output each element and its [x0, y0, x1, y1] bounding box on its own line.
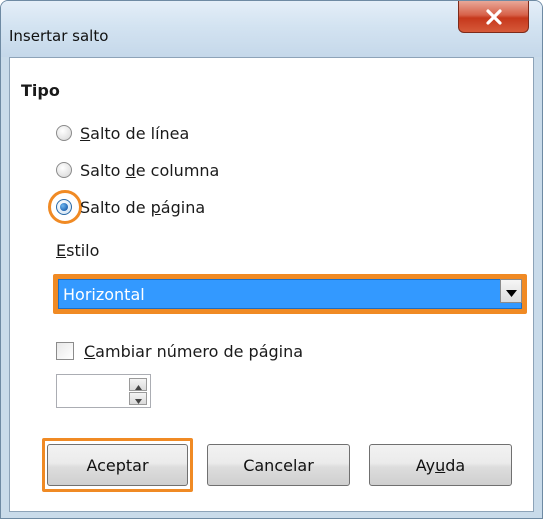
radio-line-break[interactable]: Salto de línea [56, 121, 189, 145]
style-dropdown-button[interactable] [500, 279, 522, 303]
style-select-value: Horizontal [63, 284, 145, 304]
type-heading: Tipo [21, 81, 60, 100]
change-page-number-label: Cambiar número de página [84, 341, 304, 361]
radio-page-break-label: Salto de página [80, 197, 206, 217]
radio-page-break[interactable]: Salto de página [56, 195, 205, 219]
radio-column-break[interactable]: Salto de columna [56, 158, 219, 182]
title-bar: Insertar salto [1, 1, 542, 57]
style-select-focus: Horizontal [53, 274, 527, 314]
accept-button[interactable]: Aceptar [47, 444, 188, 486]
radio-column-break-label: Salto de columna [80, 160, 220, 180]
cancel-button[interactable]: Cancelar [207, 444, 350, 486]
radio-line-break-label: Salto de línea [80, 123, 190, 143]
chevron-down-icon [134, 389, 142, 408]
dialog-title: Insertar salto [9, 27, 109, 45]
spin-down-button[interactable] [129, 392, 147, 405]
radio-column-break-indicator[interactable] [56, 162, 72, 178]
chevron-down-icon [505, 282, 517, 301]
change-page-number-row[interactable]: Cambiar número de página [56, 338, 303, 364]
page-number-spinbox[interactable] [56, 374, 151, 408]
style-label: Estilo [56, 241, 100, 260]
style-select[interactable]: Horizontal [58, 279, 522, 309]
help-button-label: Ayuda [415, 455, 466, 475]
close-button[interactable] [458, 1, 529, 33]
help-button[interactable]: Ayuda [369, 444, 512, 486]
close-icon [485, 8, 503, 25]
change-page-number-checkbox[interactable] [56, 342, 74, 360]
radio-page-break-indicator[interactable] [56, 199, 72, 215]
radio-line-break-indicator[interactable] [56, 125, 72, 141]
insert-break-dialog: Insertar salto Tipo Salto de línea Salto… [0, 0, 543, 519]
